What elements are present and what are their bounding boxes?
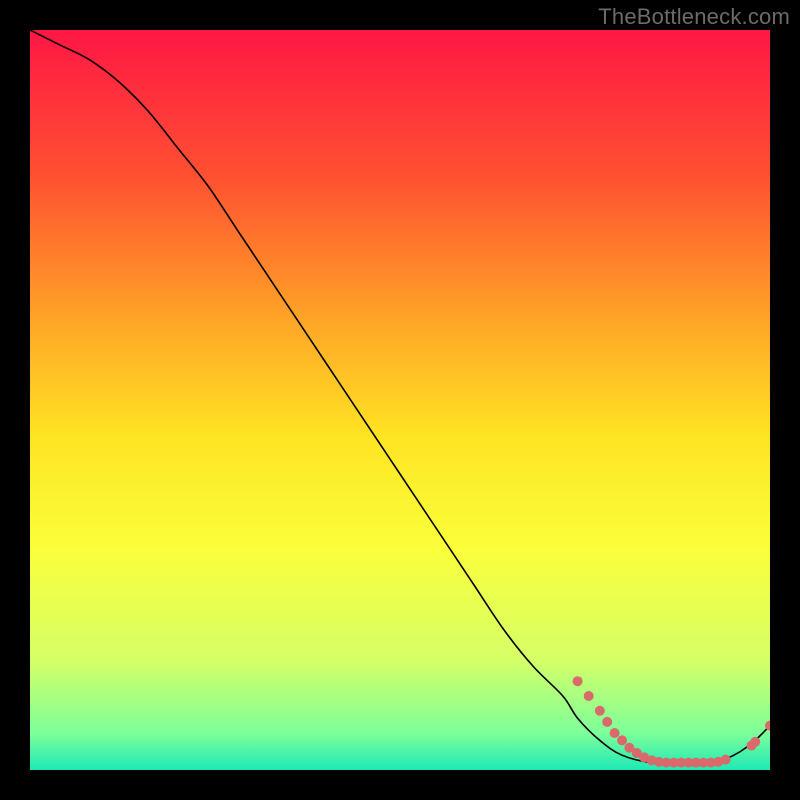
chart-plot bbox=[30, 30, 770, 770]
data-point bbox=[573, 676, 583, 686]
chart-stage: TheBottleneck.com bbox=[0, 0, 800, 800]
data-point bbox=[610, 728, 620, 738]
data-point bbox=[595, 706, 605, 716]
chart-background bbox=[30, 30, 770, 770]
data-point bbox=[584, 691, 594, 701]
chart-svg bbox=[30, 30, 770, 770]
data-point bbox=[721, 755, 731, 765]
data-point bbox=[602, 717, 612, 727]
data-point bbox=[750, 737, 760, 747]
data-point bbox=[617, 735, 627, 745]
watermark-label: TheBottleneck.com bbox=[598, 4, 790, 30]
